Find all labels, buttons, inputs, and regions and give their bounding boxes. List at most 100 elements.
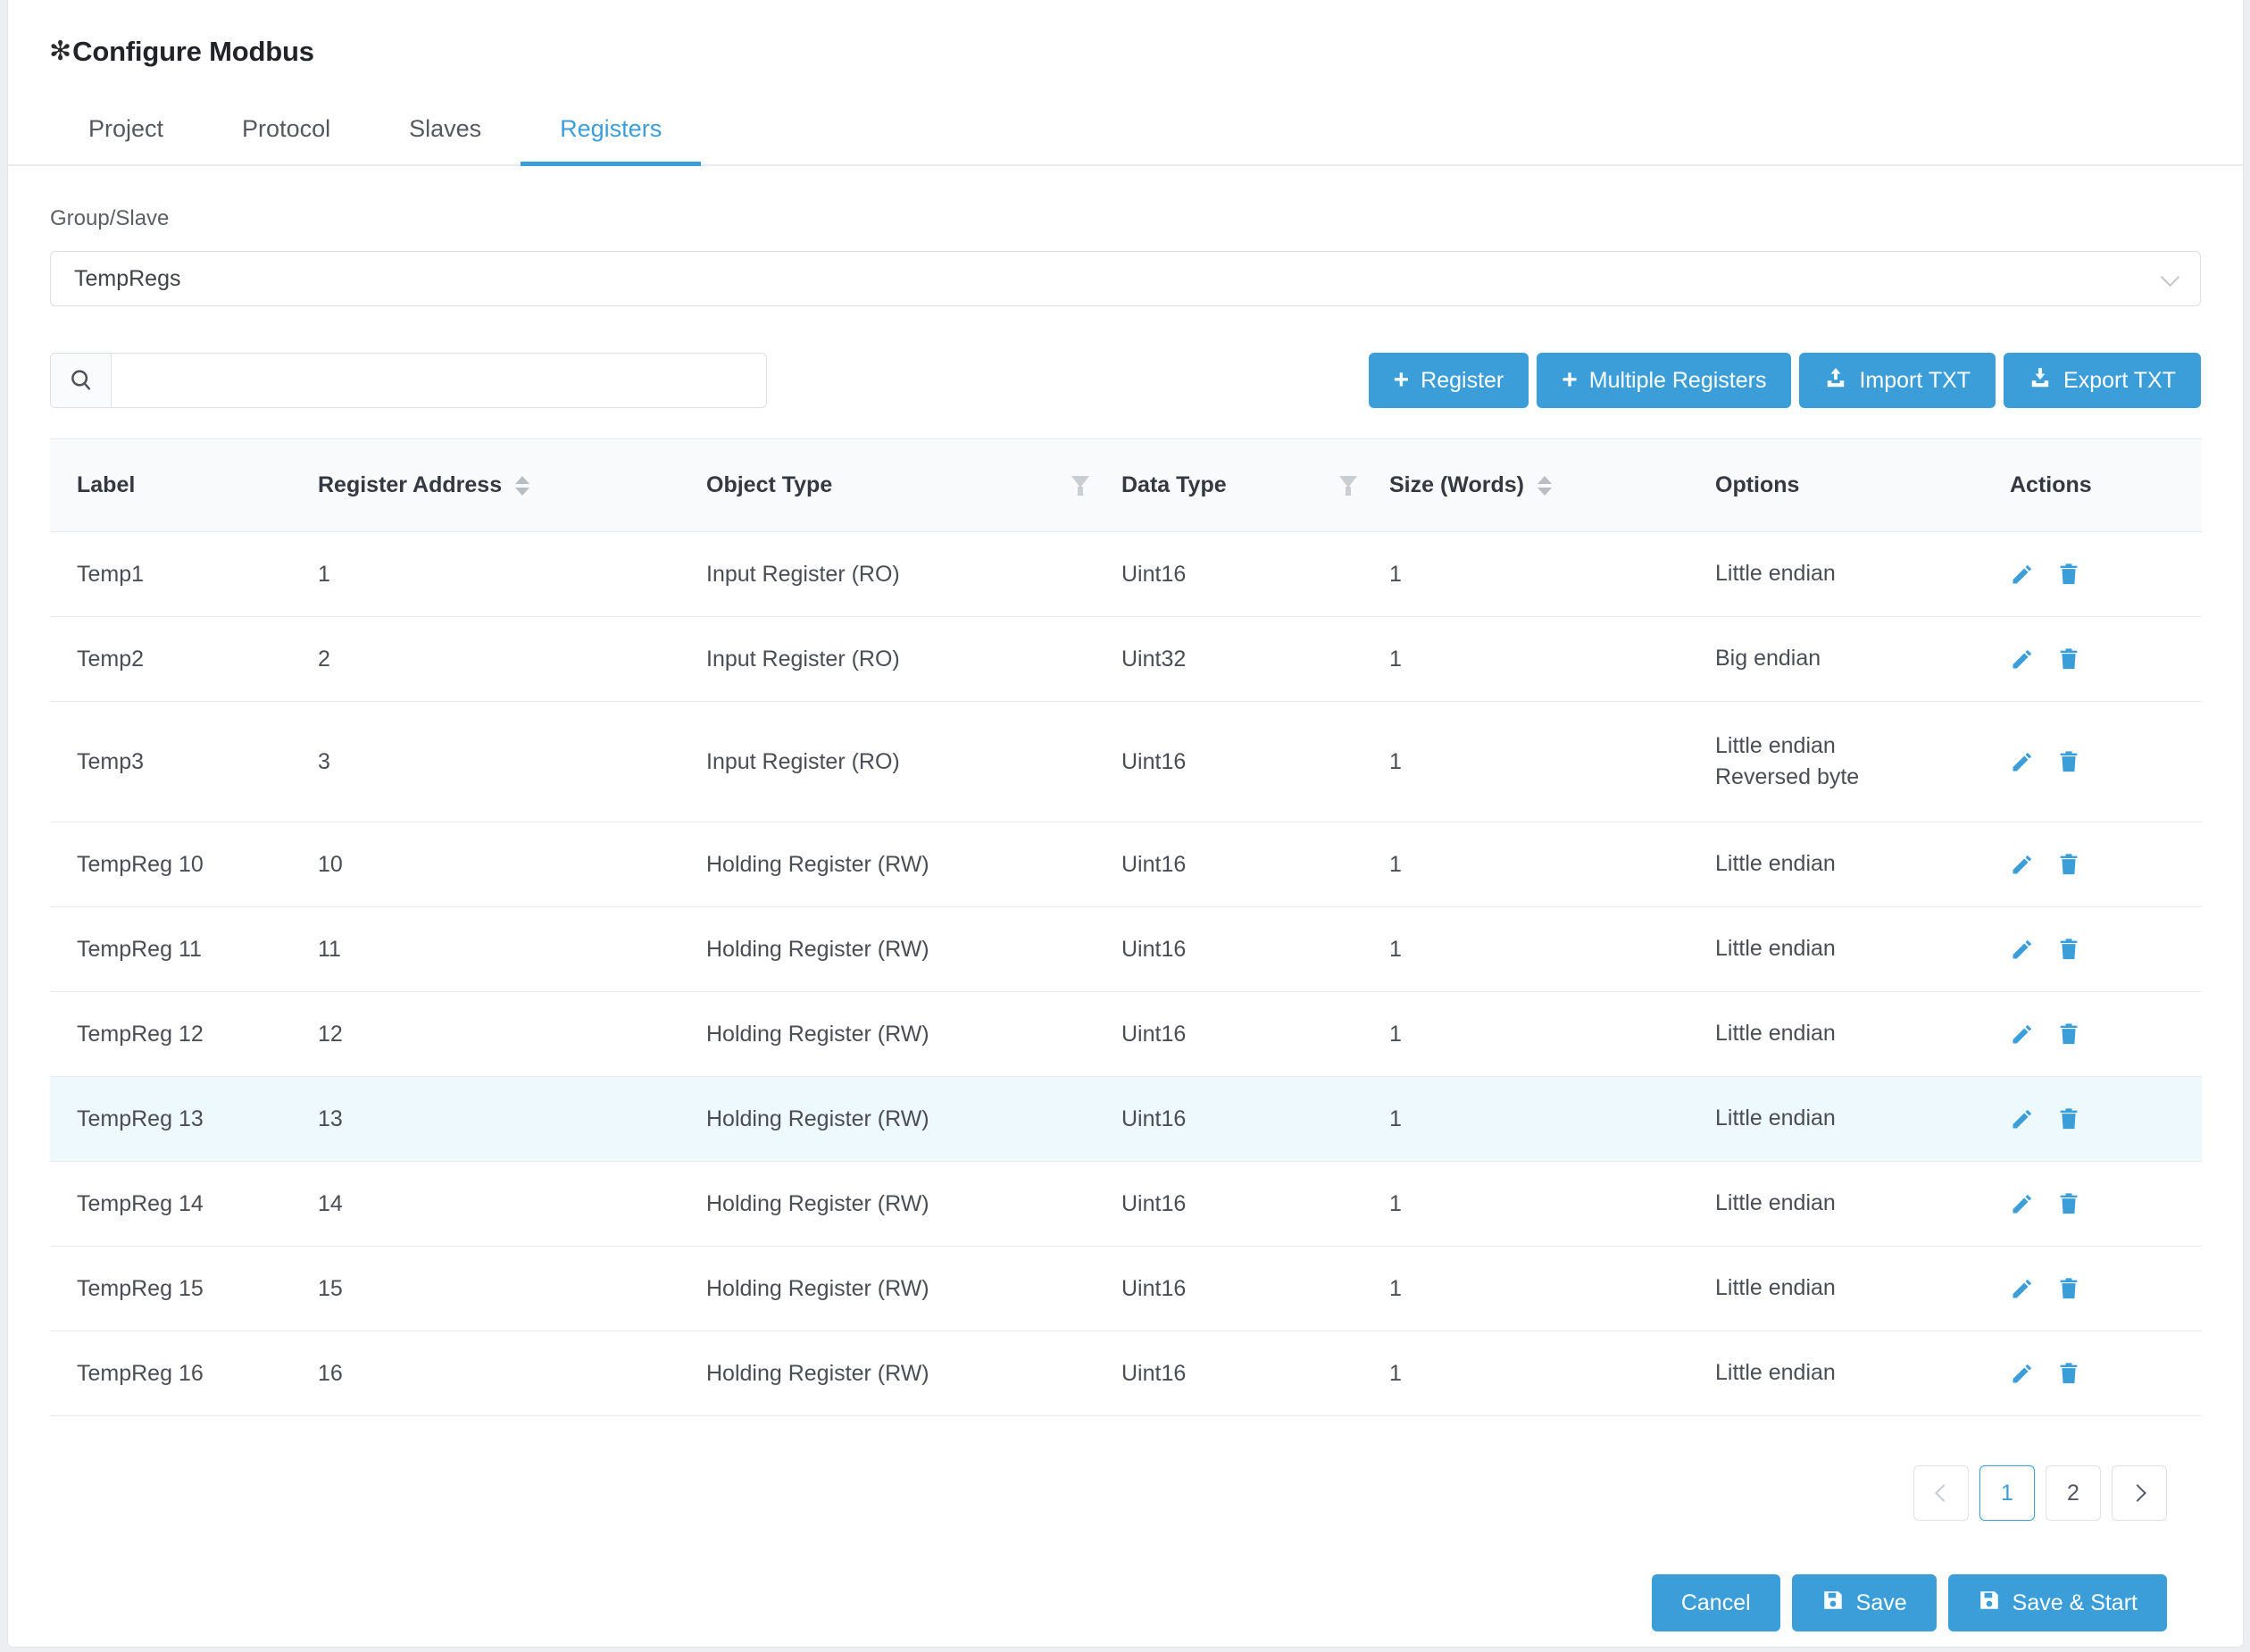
trash-delete-icon[interactable] — [2056, 1022, 2081, 1047]
save-and-start-button[interactable]: Save & Start — [1947, 1574, 2167, 1631]
column-header-data-type: Data Type — [1121, 438, 1389, 532]
search-group — [50, 353, 767, 408]
search-icon[interactable] — [51, 354, 112, 407]
table-toolbar: + Register + Multiple Registers Import T… — [50, 353, 2201, 408]
cell-actions — [2010, 906, 2202, 992]
pencil-edit-icon[interactable] — [2010, 1022, 2035, 1047]
cell-object-type: Holding Register (RW) — [706, 906, 1121, 992]
tab-protocol[interactable]: Protocol — [203, 115, 370, 164]
pagination-page-1[interactable]: 1 — [1979, 1465, 2035, 1521]
pencil-edit-icon[interactable] — [2010, 1276, 2035, 1301]
trash-delete-icon[interactable] — [2056, 852, 2081, 877]
pencil-edit-icon[interactable] — [2010, 647, 2035, 672]
pencil-edit-icon[interactable] — [2010, 937, 2035, 962]
table-head: Label Register Address Object Type Data … — [50, 438, 2202, 532]
cell-options: Little endian — [1715, 531, 2010, 617]
cell-object-type: Holding Register (RW) — [706, 822, 1121, 907]
add-register-button[interactable]: + Register — [1368, 353, 1529, 408]
cell-label: TempReg 12 — [50, 991, 318, 1077]
column-header-register-address[interactable]: Register Address — [318, 438, 706, 532]
cell-data-type: Uint32 — [1121, 616, 1389, 702]
tab-slaves[interactable]: Slaves — [370, 115, 521, 164]
trash-delete-icon[interactable] — [2056, 1106, 2081, 1131]
table-row[interactable]: Temp3 3 Input Register (RO) Uint16 1 Little e… — [50, 701, 2202, 822]
table-header-row: Label Register Address Object Type Data … — [50, 438, 2202, 532]
registers-table: Label Register Address Object Type Data … — [50, 438, 2202, 1416]
pagination-prev-button[interactable] — [1913, 1465, 1969, 1521]
table-row[interactable]: TempReg 13 13 Holding Register (RW) Uint16 1… — [50, 1076, 2202, 1162]
cell-size-words: 1 — [1389, 906, 1715, 992]
table-row[interactable]: TempReg 15 15 Holding Register (RW) Uint16 1… — [50, 1246, 2202, 1331]
cell-object-type: Input Register (RO) — [706, 531, 1121, 617]
cell-size-words: 1 — [1389, 822, 1715, 907]
filter-funnel-icon[interactable] — [1071, 475, 1089, 496]
pagination-page-2[interactable]: 2 — [2046, 1465, 2101, 1521]
cell-size-words: 1 — [1389, 1076, 1715, 1162]
trash-delete-icon[interactable] — [2056, 1191, 2081, 1216]
pencil-edit-icon[interactable] — [2010, 1361, 2035, 1386]
option-line: Little endian — [1715, 1275, 1836, 1301]
trash-delete-icon[interactable] — [2056, 562, 2081, 587]
pencil-edit-icon[interactable] — [2010, 1191, 2035, 1216]
filter-funnel-icon[interactable] — [1339, 475, 1357, 496]
cell-data-type: Uint16 — [1121, 1331, 1389, 1416]
add-multiple-registers-label: Multiple Registers — [1588, 367, 1767, 393]
option-line: Big endian — [1715, 646, 1821, 672]
trash-delete-icon[interactable] — [2056, 647, 2081, 672]
cell-object-type: Holding Register (RW) — [706, 1161, 1121, 1247]
table-row[interactable]: TempReg 10 10 Holding Register (RW) Uint16 1… — [50, 822, 2202, 907]
cell-label: TempReg 10 — [50, 822, 318, 907]
trash-delete-icon[interactable] — [2056, 1276, 2081, 1301]
pencil-edit-icon[interactable] — [2010, 1106, 2035, 1131]
table-row[interactable]: Temp1 1 Input Register (RO) Uint16 1 Little e… — [50, 531, 2202, 617]
import-txt-button[interactable]: Import TXT — [1799, 353, 1996, 408]
cell-options: Little endian — [1715, 1161, 2010, 1247]
group-slave-select[interactable]: TempRegs — [50, 251, 2201, 306]
cell-object-type: Input Register (RO) — [706, 616, 1121, 702]
search-input[interactable] — [112, 354, 766, 407]
option-line: Little endian — [1715, 851, 1836, 877]
save-button[interactable]: Save — [1791, 1574, 1937, 1631]
option-line: Little endian — [1715, 1190, 1836, 1216]
configure-modbus-card: ✻ Configure Modbus Project Protocol Slav… — [7, 0, 2244, 1648]
option-line: Little endian — [1715, 1360, 1836, 1386]
save-floppy-icon — [1821, 1589, 1845, 1618]
cell-size-words: 1 — [1389, 991, 1715, 1077]
sort-arrows-icon[interactable] — [1537, 475, 1552, 496]
column-title: Options — [1715, 472, 1800, 497]
snowflake-gear-icon: ✻ — [49, 37, 72, 66]
pencil-edit-icon[interactable] — [2010, 562, 2035, 587]
tab-project[interactable]: Project — [49, 115, 203, 164]
cell-register-address: 3 — [318, 701, 706, 822]
sort-arrows-icon[interactable] — [515, 475, 530, 496]
add-multiple-registers-button[interactable]: + Multiple Registers — [1537, 353, 1792, 408]
cell-object-type: Holding Register (RW) — [706, 1076, 1121, 1162]
table-row[interactable]: TempReg 11 11 Holding Register (RW) Uint16 1… — [50, 906, 2202, 992]
table-row[interactable]: TempReg 16 16 Holding Register (RW) Uint16 1… — [50, 1331, 2202, 1416]
trash-delete-icon[interactable] — [2056, 1361, 2081, 1386]
pagination-next-button[interactable] — [2112, 1465, 2167, 1521]
cell-register-address: 14 — [318, 1161, 706, 1247]
trash-delete-icon[interactable] — [2056, 937, 2081, 962]
option-line: Little endian — [1715, 1021, 1836, 1047]
table-row[interactable]: TempReg 12 12 Holding Register (RW) Uint16 1… — [50, 991, 2202, 1077]
cell-data-type: Uint16 — [1121, 822, 1389, 907]
pencil-edit-icon[interactable] — [2010, 749, 2035, 774]
column-header-size-words[interactable]: Size (Words) — [1389, 438, 1715, 532]
pencil-edit-icon[interactable] — [2010, 852, 2035, 877]
cell-label: Temp1 — [50, 531, 318, 617]
cell-options: Little endian — [1715, 991, 2010, 1077]
tab-registers[interactable]: Registers — [521, 115, 702, 166]
export-txt-button[interactable]: Export TXT — [2004, 353, 2201, 408]
cancel-button[interactable]: Cancel — [1651, 1574, 1780, 1631]
cell-data-type: Uint16 — [1121, 531, 1389, 617]
trash-delete-icon[interactable] — [2056, 749, 2081, 774]
add-register-label: Register — [1421, 367, 1504, 393]
cell-actions — [2010, 1076, 2202, 1162]
table-row[interactable]: Temp2 2 Input Register (RO) Uint32 1 Big endi… — [50, 616, 2202, 702]
cell-actions — [2010, 701, 2202, 822]
column-header-options: Options — [1715, 438, 2010, 532]
table-row[interactable]: TempReg 14 14 Holding Register (RW) Uint16 1… — [50, 1161, 2202, 1247]
group-slave-label: Group/Slave — [50, 206, 170, 230]
cell-label: Temp3 — [50, 701, 318, 822]
